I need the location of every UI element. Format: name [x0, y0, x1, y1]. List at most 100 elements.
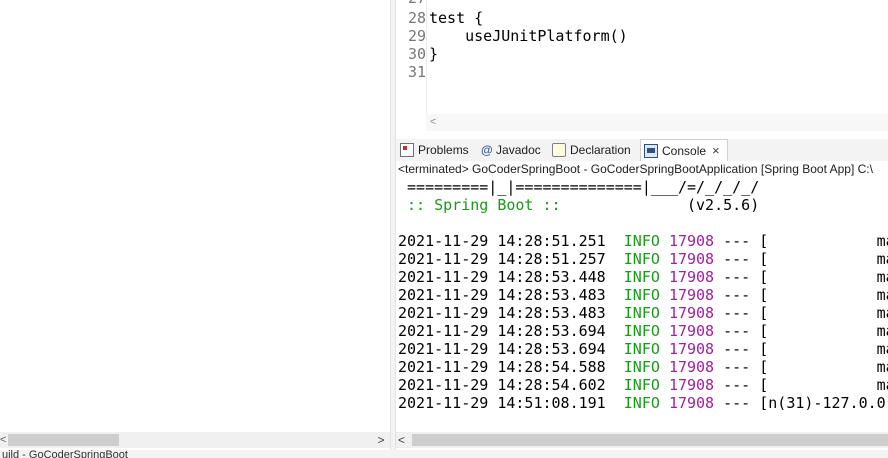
log-time: 14:28:51.257 [497, 250, 606, 268]
log-pid: 17908 [668, 322, 715, 340]
console-horizontal-scrollbar[interactable]: < [396, 432, 888, 448]
log-date: 2021-11-29 [398, 358, 489, 376]
log-separator: --- [723, 322, 751, 340]
log-date: 2021-11-29 [398, 232, 489, 250]
log-thread: [ mai [759, 304, 888, 322]
spring-boot-label: :: Spring Boot :: [398, 196, 570, 214]
log-time: 14:51:08.191 [497, 394, 606, 412]
log-time: 14:28:54.602 [497, 376, 606, 394]
log-date: 2021-11-29 [398, 394, 489, 412]
log-separator: --- [723, 340, 751, 358]
banner-line: =========|_|==============|___/=/_/_/_/ [398, 178, 760, 196]
left-view-panel [0, 0, 390, 458]
log-thread: [ mai [759, 268, 888, 286]
code-editor[interactable]: 27 28 29 30 31 test { useJUnitPlatform()… [396, 0, 888, 131]
log-level: INFO [623, 394, 660, 412]
bottom-view-tabbar: Problems @ Javadoc Declaration Console × [396, 139, 888, 162]
log-time: 14:28:53.448 [497, 268, 606, 286]
scrollbar-thumb[interactable] [8, 434, 119, 446]
log-separator: --- [723, 304, 751, 322]
spring-boot-version: (v2.5.6) [569, 196, 760, 214]
log-line: 2021-11-29 14:28:51.251 INFO 17908 --- [… [398, 232, 888, 250]
code-line[interactable]: test { [429, 9, 483, 27]
log-line: 2021-11-29 14:28:53.694 INFO 17908 --- [… [398, 340, 888, 358]
scroll-right-arrow-icon[interactable]: > [376, 432, 386, 448]
tab-label: Declaration [570, 143, 631, 157]
log-date: 2021-11-29 [398, 340, 489, 358]
scroll-left-arrow-icon[interactable]: < [398, 432, 405, 448]
log-pid: 17908 [668, 232, 715, 250]
tab-label: Console [662, 144, 707, 158]
log-pid: 17908 [668, 394, 715, 412]
log-thread: [ mai [759, 322, 888, 340]
log-line: 2021-11-29 14:28:54.602 INFO 17908 --- [… [398, 376, 888, 394]
log-level: INFO [623, 232, 660, 250]
problems-icon [400, 143, 414, 157]
log-thread: [ mai [759, 376, 888, 394]
log-date: 2021-11-29 [398, 304, 489, 322]
scroll-left-arrow-icon[interactable]: < [430, 114, 436, 131]
log-thread: [n(31)-127.0.0. [759, 394, 888, 412]
tab-problems[interactable]: Problems [400, 139, 469, 161]
line-number: 28 [407, 9, 426, 27]
log-line: 2021-11-29 14:28:51.257 INFO 17908 --- [… [398, 250, 888, 268]
log-level: INFO [623, 340, 660, 358]
log-pid: 17908 [668, 358, 715, 376]
console-process-title: <terminated> GoCoderSpringBoot - GoCoder… [396, 161, 888, 177]
tab-javadoc[interactable]: @ Javadoc [481, 139, 541, 161]
log-separator: --- [723, 376, 751, 394]
log-level: INFO [623, 286, 660, 304]
log-separator: --- [723, 358, 751, 376]
log-line: 2021-11-29 14:28:53.448 INFO 17908 --- [… [398, 268, 888, 286]
log-time: 14:28:51.251 [497, 232, 606, 250]
code-line[interactable]: } [429, 45, 438, 63]
gutter-separator [426, 0, 427, 114]
log-line: 2021-11-29 14:28:53.483 INFO 17908 --- [… [398, 286, 888, 304]
log-date: 2021-11-29 [398, 250, 489, 268]
tab-label: Javadoc [496, 143, 541, 157]
declaration-icon [552, 143, 566, 157]
javadoc-icon: @ [481, 143, 493, 157]
left-horizontal-scrollbar[interactable]: < > [0, 432, 390, 448]
scroll-left-arrow-icon[interactable]: < [0, 432, 6, 448]
line-number-gutter: 27 28 29 30 31 [396, 0, 426, 114]
log-level: INFO [623, 304, 660, 322]
log-date: 2021-11-29 [398, 376, 489, 394]
log-separator: --- [723, 394, 751, 412]
log-separator: --- [723, 232, 751, 250]
log-pid: 17908 [668, 268, 715, 286]
log-pid: 17908 [668, 340, 715, 358]
code-line[interactable]: useJUnitPlatform() [429, 27, 628, 45]
log-level: INFO [623, 322, 660, 340]
tab-console[interactable]: Console × [640, 139, 728, 161]
log-thread: [ mai [759, 232, 888, 250]
log-line: 2021-11-29 14:28:54.588 INFO 17908 --- [… [398, 358, 888, 376]
line-number: 31 [407, 63, 426, 81]
log-line: 2021-11-29 14:51:08.191 INFO 17908 --- [… [398, 394, 888, 412]
log-separator: --- [723, 250, 751, 268]
line-number: 29 [407, 27, 426, 45]
log-thread: [ mai [759, 286, 888, 304]
status-text: uild - GoCoderSpringBoot [2, 450, 128, 458]
editor-horizontal-scrollbar[interactable]: < [426, 114, 888, 131]
log-level: INFO [623, 268, 660, 286]
log-line: 2021-11-29 14:28:53.483 INFO 17908 --- [… [398, 304, 888, 322]
log-time: 14:28:54.588 [497, 358, 606, 376]
console-output[interactable]: =========|_|==============|___/=/_/_/_/ … [396, 178, 888, 432]
log-time: 14:28:53.694 [497, 340, 606, 358]
close-icon[interactable]: × [712, 143, 720, 158]
log-pid: 17908 [668, 376, 715, 394]
log-separator: --- [723, 268, 751, 286]
log-time: 14:28:53.694 [497, 322, 606, 340]
log-thread: [ mai [759, 358, 888, 376]
log-pid: 17908 [668, 286, 715, 304]
log-date: 2021-11-29 [398, 286, 489, 304]
log-pid: 17908 [668, 304, 715, 322]
log-level: INFO [623, 250, 660, 268]
console-icon [644, 144, 658, 158]
tab-label: Problems [418, 143, 469, 157]
scrollbar-thumb[interactable] [412, 434, 888, 446]
log-level: INFO [623, 358, 660, 376]
line-number: 30 [407, 45, 426, 63]
tab-declaration[interactable]: Declaration [552, 139, 631, 161]
